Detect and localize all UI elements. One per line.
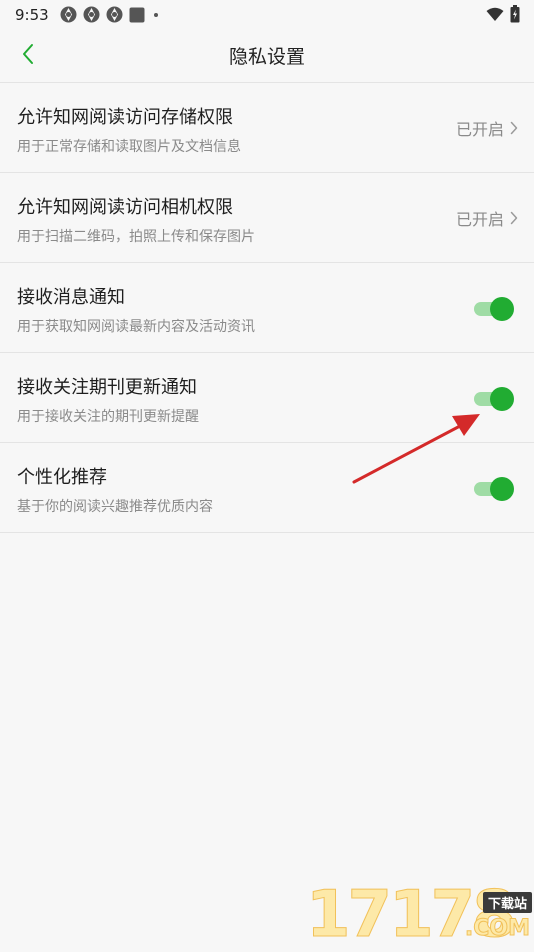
setting-camera-permission[interactable]: 允许知网阅读访问相机权限 用于扫描二维码，拍照上传和保存图片 已开启 — [0, 173, 534, 263]
setting-title: 个性化推荐 — [17, 467, 107, 488]
status-icons-right — [486, 5, 520, 23]
setting-title: 允许知网阅读访问相机权限 — [17, 197, 233, 218]
setting-subtitle: 基于你的阅读兴趣推荐优质内容 — [17, 499, 213, 515]
setting-title: 允许知网阅读访问存储权限 — [17, 107, 233, 128]
setting-subtitle: 用于获取知网阅读最新内容及活动资讯 — [17, 319, 255, 335]
toggle-knob — [490, 297, 514, 321]
title-bar: 隐私设置 — [0, 28, 534, 83]
camera-permission-status[interactable]: 已开启 — [456, 206, 518, 230]
app-icon — [83, 6, 100, 23]
page-title: 隐私设置 — [228, 46, 305, 68]
wifi-icon — [486, 7, 504, 21]
setting-subtitle: 用于扫描二维码，拍照上传和保存图片 — [17, 229, 255, 245]
dot-icon — [154, 12, 158, 17]
chevron-right-icon — [510, 211, 518, 225]
battery-icon — [510, 5, 520, 23]
setting-subtitle: 用于正常存储和读取图片及文档信息 — [17, 139, 241, 155]
watermark-suffix: .COM — [464, 916, 530, 942]
app-icon — [60, 6, 77, 23]
setting-title: 接收消息通知 — [17, 287, 125, 308]
status-text: 已开启 — [455, 120, 504, 139]
toggle-knob — [490, 477, 514, 501]
annotation-arrow — [352, 414, 480, 484]
setting-storage-permission[interactable]: 允许知网阅读访问存储权限 用于正常存储和读取图片及文档信息 已开启 — [0, 83, 534, 173]
message-notification-toggle[interactable] — [474, 296, 514, 321]
watermark-logo: 17178 下载站 .COM — [306, 880, 534, 951]
watermark-badge: 下载站 — [482, 892, 532, 913]
chevron-right-icon — [510, 121, 518, 135]
toggle-knob — [490, 387, 514, 411]
app-icon — [106, 6, 123, 23]
status-time: 9:53 — [15, 6, 49, 24]
setting-message-notification: 接收消息通知 用于获取知网阅读最新内容及活动资讯 — [0, 263, 534, 353]
setting-title: 接收关注期刊更新通知 — [17, 377, 197, 398]
status-icons-left — [60, 6, 161, 23]
setting-subtitle: 用于接收关注的期刊更新提醒 — [17, 409, 199, 425]
square-icon — [129, 7, 145, 22]
storage-permission-status[interactable]: 已开启 — [456, 116, 518, 140]
status-bar: 9:53 — [0, 0, 534, 28]
status-text: 已开启 — [455, 210, 504, 229]
